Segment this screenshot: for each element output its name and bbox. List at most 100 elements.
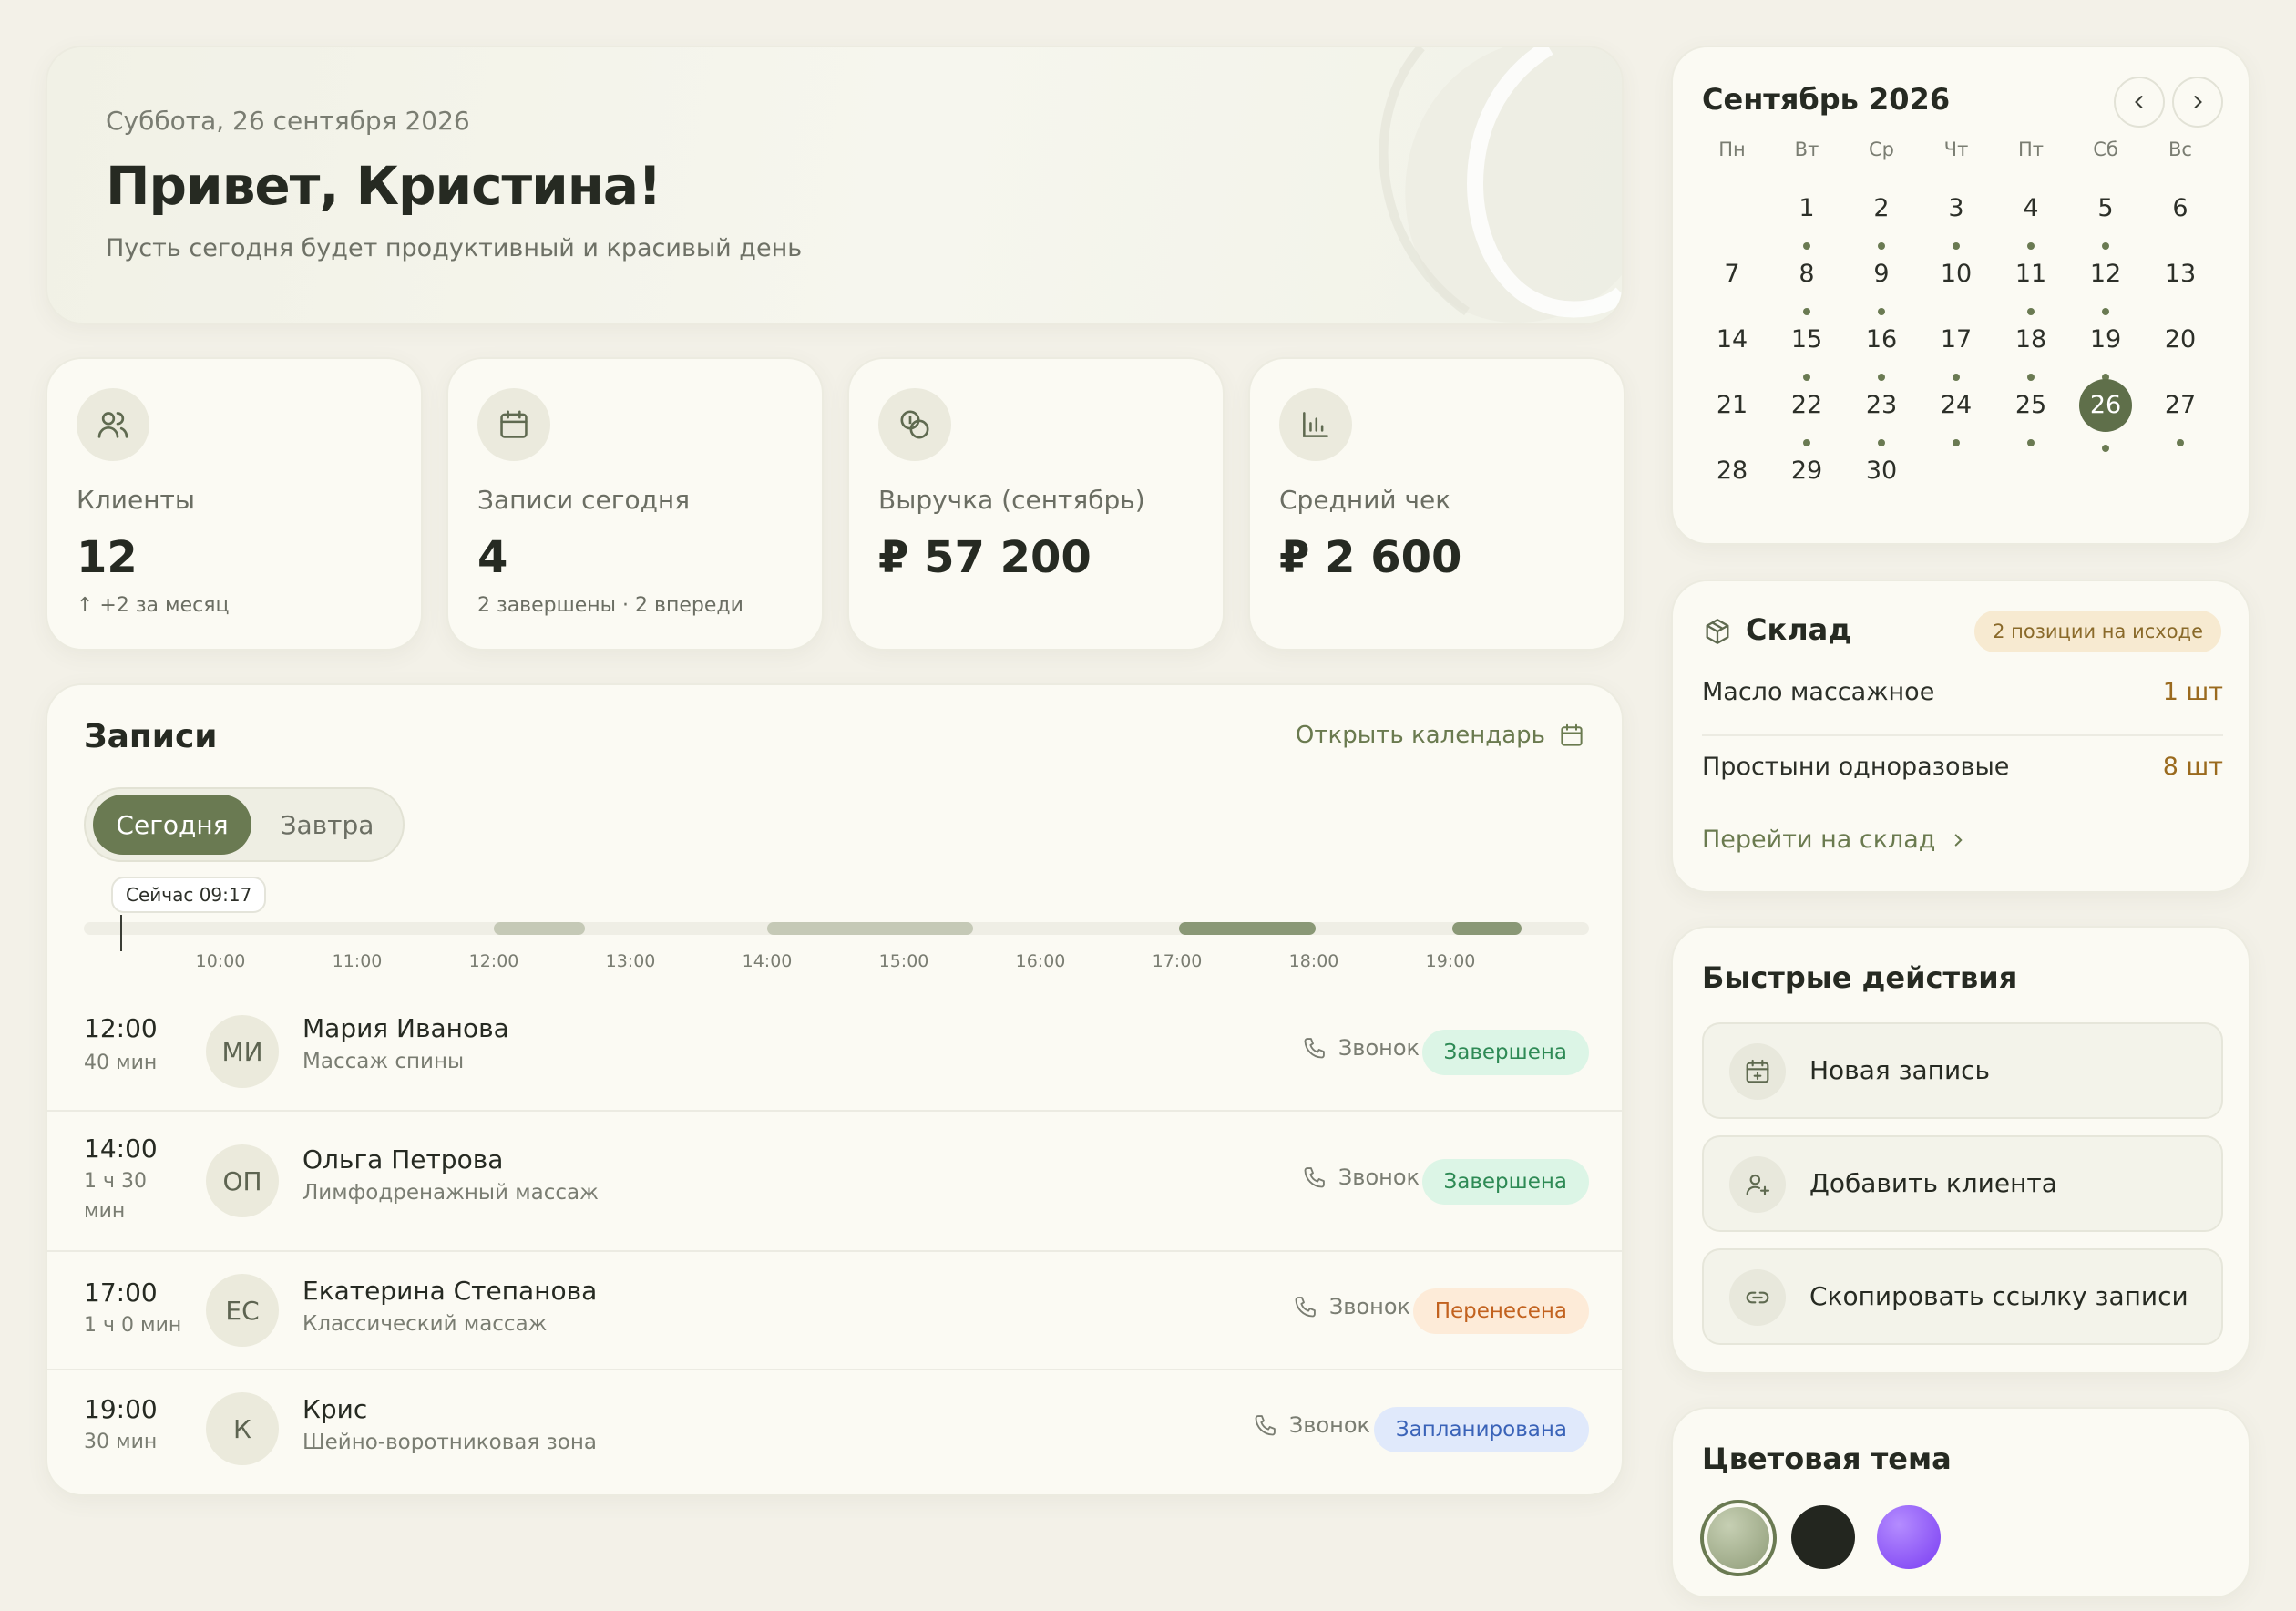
calendar-day-number: 27 xyxy=(2164,391,2197,419)
phone-icon xyxy=(1304,1167,1325,1188)
calendar-day-number: 12 xyxy=(2089,260,2122,288)
open-calendar-link[interactable]: Открыть календарь xyxy=(1296,722,1585,749)
calendar-day[interactable]: 24 xyxy=(1919,379,1994,446)
stat-label: Записи сегодня xyxy=(477,485,691,515)
calendar-day[interactable]: 22 xyxy=(1769,379,1844,446)
timeline-tick: 13:00 xyxy=(605,951,656,971)
calendar-day[interactable]: 4 xyxy=(1994,182,2068,250)
calendar-day[interactable]: 11 xyxy=(1994,248,2068,315)
calendar-day[interactable]: 23 xyxy=(1844,379,1919,446)
tab-today[interactable]: Сегодня xyxy=(93,795,251,855)
box-icon xyxy=(1706,619,1729,644)
new-appointment-button[interactable]: Новая запись xyxy=(1702,1022,2223,1119)
calendar-day-number: 14 xyxy=(1716,325,1748,354)
calendar-day-number: 4 xyxy=(2023,194,2039,222)
calendar-day[interactable]: 30 xyxy=(1844,445,1919,501)
calendar-day[interactable]: 28 xyxy=(1695,445,1769,501)
copy-booking-link-button[interactable]: Скопировать ссылку записи xyxy=(1702,1248,2223,1345)
stat-card-revenue[interactable]: Выручка (сентябрь) ₽ 57 200 xyxy=(847,357,1225,651)
call-button[interactable]: Звонок xyxy=(1293,1294,1410,1319)
stat-card-average-check[interactable]: Средний чек ₽ 2 600 xyxy=(1248,357,1625,651)
calendar-day-number: 8 xyxy=(1799,260,1815,288)
bar-chart-icon xyxy=(1279,388,1352,461)
service-name: Шейно-воротниковая зона xyxy=(302,1431,597,1454)
stock-item[interactable]: Простыни одноразовые 8 шт xyxy=(1702,753,2223,781)
calendar-day[interactable]: 7 xyxy=(1695,248,1769,304)
calendar-day[interactable]: 19 xyxy=(2068,313,2143,381)
next-month-button[interactable] xyxy=(2172,77,2223,128)
calendar-day[interactable]: 25 xyxy=(1994,379,2068,446)
appointment-row[interactable]: 17:00 1 ч 0 мин ЕС Екатерина Степанова К… xyxy=(47,1250,1622,1369)
stat-value: ₽ 57 200 xyxy=(878,532,1092,583)
calendar-day[interactable]: 18 xyxy=(1994,313,2068,381)
service-name: Классический массаж xyxy=(302,1312,548,1336)
stock-item-name: Масло массажное xyxy=(1702,678,1935,706)
call-button[interactable]: Звонок xyxy=(1302,1035,1420,1061)
stat-value: 12 xyxy=(77,532,138,583)
calendar-day[interactable]: 17 xyxy=(1919,313,1994,381)
stock-item[interactable]: Масло массажное 1 шт xyxy=(1702,678,2223,706)
greeting-title: Привет, Кристина! xyxy=(106,155,661,217)
calendar-day[interactable]: 2 xyxy=(1844,182,1919,250)
calendar-day[interactable]: 6 xyxy=(2143,182,2218,239)
calendar-icon xyxy=(1561,723,1583,746)
service-name: Лимфодренажный массаж xyxy=(302,1181,599,1205)
add-client-button[interactable]: Добавить клиента xyxy=(1702,1135,2223,1232)
avatar: ЕС xyxy=(206,1274,279,1347)
client-name: Ольга Петрова xyxy=(302,1144,504,1175)
avatar: ОП xyxy=(206,1144,279,1217)
stat-note: ↑ +2 за месяц xyxy=(77,594,230,617)
calendar-day[interactable]: 26 xyxy=(2068,379,2143,452)
calendar-day[interactable]: 15 xyxy=(1769,313,1844,381)
dashboard: Суббота, 26 сентября 2026 Привет, Кристи… xyxy=(0,0,2296,1611)
low-stock-badge: 2 позиции на исходе xyxy=(1974,611,2221,652)
calendar-day[interactable]: 27 xyxy=(2143,379,2218,446)
calendar-day[interactable]: 29 xyxy=(1769,445,1844,501)
call-button[interactable]: Звонок xyxy=(1253,1412,1370,1438)
calendar-day-number: 20 xyxy=(2164,325,2197,354)
warehouse-panel: Склад 2 позиции на исходе Масло массажно… xyxy=(1671,580,2250,893)
calendar-day-number: 17 xyxy=(1940,325,1973,354)
calendar-day-number: 21 xyxy=(1716,391,1748,419)
calendar-day[interactable]: 16 xyxy=(1844,313,1919,381)
timeline-slot[interactable] xyxy=(1179,922,1316,935)
timeline-tick: 12:00 xyxy=(468,951,519,971)
tab-tomorrow[interactable]: Завтра xyxy=(259,795,395,855)
stat-label: Средний чек xyxy=(1279,485,1451,515)
calendar-day[interactable]: 8 xyxy=(1769,248,1844,315)
current-date: Суббота, 26 сентября 2026 xyxy=(106,106,470,136)
calendar-day[interactable]: 3 xyxy=(1919,182,1994,250)
call-button[interactable]: Звонок xyxy=(1302,1165,1420,1190)
calendar-day[interactable]: 12 xyxy=(2068,248,2143,315)
calendar-day[interactable]: 9 xyxy=(1844,248,1919,315)
timeline-slot[interactable] xyxy=(494,922,585,935)
prev-month-button[interactable] xyxy=(2114,77,2165,128)
calendar-day[interactable]: 20 xyxy=(2143,313,2218,370)
calendar-day[interactable]: 13 xyxy=(2143,248,2218,304)
theme-swatch-violet[interactable] xyxy=(1877,1505,1941,1569)
timeline-slot[interactable] xyxy=(1452,922,1522,935)
appointment-row[interactable]: 12:00 40 мин МИ Мария Иванова Массаж спи… xyxy=(47,997,1622,1110)
theme-swatch-sage[interactable] xyxy=(1700,1500,1777,1576)
action-label: Добавить клиента xyxy=(1809,1168,2057,1198)
timeline-slot[interactable] xyxy=(767,922,973,935)
appointment-time: 19:00 xyxy=(84,1394,158,1424)
calendar-day[interactable]: 21 xyxy=(1695,379,1769,436)
calendar-day-number: 24 xyxy=(1940,391,1973,419)
stat-card-appointments-today[interactable]: Записи сегодня 4 2 завершены · 2 впереди xyxy=(446,357,824,651)
calendar-day-number: 15 xyxy=(1790,325,1823,354)
calendar-day[interactable]: 14 xyxy=(1695,313,1769,370)
timeline-tick: 19:00 xyxy=(1425,951,1476,971)
calendar-day[interactable]: 5 xyxy=(2068,182,2143,250)
action-label: Скопировать ссылку записи xyxy=(1809,1281,2188,1311)
calendar-day[interactable]: 1 xyxy=(1769,182,1844,250)
weekday-label: Вт xyxy=(1794,139,1819,160)
appointment-row[interactable]: 19:00 30 мин К Крис Шейно-воротниковая з… xyxy=(47,1369,1622,1494)
appointment-row[interactable]: 14:00 1 ч 30 мин ОП Ольга Петрова Лимфод… xyxy=(47,1110,1622,1250)
go-to-warehouse-link[interactable]: Перейти на склад xyxy=(1702,826,1968,854)
stat-card-clients[interactable]: Клиенты 12 ↑ +2 за месяц xyxy=(46,357,423,651)
calendar-day-number: 1 xyxy=(1799,194,1815,222)
calendar-day[interactable]: 10 xyxy=(1919,248,1994,304)
now-label: Сейчас 09:17 xyxy=(111,877,267,913)
theme-swatch-dark[interactable] xyxy=(1791,1505,1855,1569)
